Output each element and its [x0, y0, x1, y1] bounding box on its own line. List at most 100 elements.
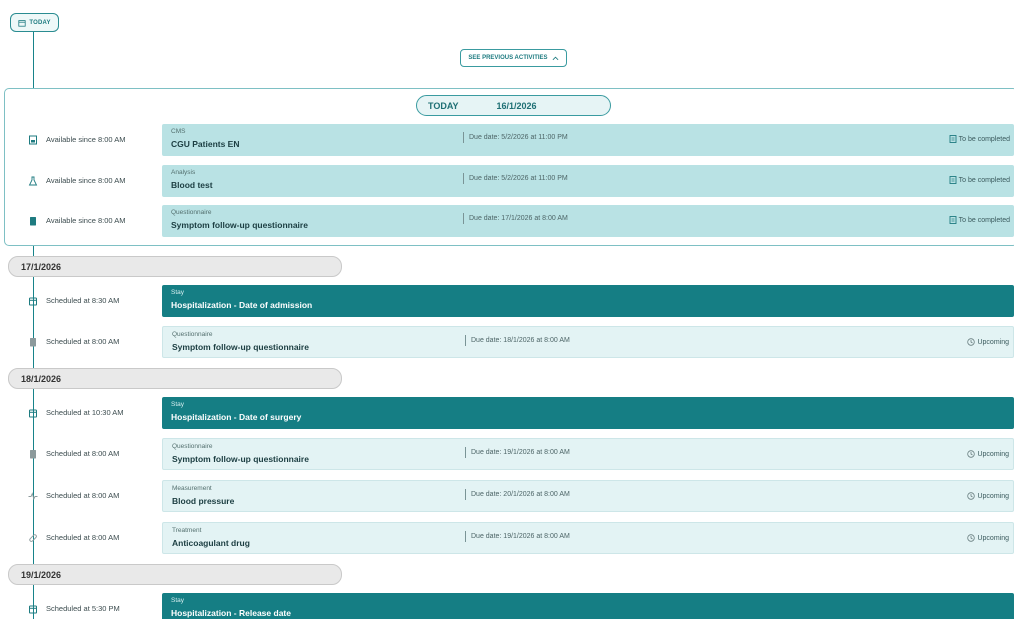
activity-status: Upcoming [967, 450, 1009, 458]
activity-due-date: Due date: 17/1/2026 at 8:00 AM [463, 213, 568, 224]
activity-card[interactable]: Stay Hospitalization - Release date [162, 593, 1014, 619]
calendar-icon [18, 19, 26, 27]
see-previous-label: SEE PREVIOUS ACTIVITIES [468, 55, 548, 61]
activity-title: Anticoagulant drug [172, 538, 250, 548]
activity-card[interactable]: Questionnaire Symptom follow-up question… [162, 438, 1014, 470]
activity-due-date: Due date: 5/2/2026 at 11:00 PM [463, 173, 568, 184]
clock-icon [967, 492, 976, 500]
pulse-icon [28, 490, 38, 501]
activity-status: Upcoming [967, 492, 1009, 500]
activity-category: CMS [171, 128, 186, 135]
clipboard-icon [28, 215, 38, 226]
activity-card[interactable]: CMS CGU Patients EN Due date: 5/2/2026 a… [162, 124, 1014, 156]
activity-category: Analysis [171, 169, 196, 176]
clock-icon [967, 338, 976, 346]
document-icon [28, 134, 38, 145]
activity-card[interactable]: Questionnaire Symptom follow-up question… [162, 326, 1014, 358]
activity-due-date: Due date: 18/1/2026 at 8:00 AM [465, 335, 570, 346]
activity-time: Scheduled at 8:30 AM [46, 296, 120, 305]
activity-time: Available since 8:00 AM [46, 176, 126, 185]
activity-time: Scheduled at 8:00 AM [46, 533, 120, 542]
activity-row: Scheduled at 8:00 AM Measurement Blood p… [0, 480, 1014, 512]
activity-category: Questionnaire [171, 209, 212, 216]
activity-time: Scheduled at 10:30 AM [46, 408, 124, 417]
today-header-label: TODAY [428, 100, 459, 111]
today-header: TODAY 16/1/2026 [416, 95, 611, 116]
activity-row: Scheduled at 8:30 AM Stay Hospitalizatio… [0, 285, 1014, 317]
activity-row: Scheduled at 5:30 PM Stay Hospitalizatio… [0, 593, 1014, 619]
activity-title: Symptom follow-up questionnaire [171, 220, 308, 230]
status-label: Upcoming [977, 492, 1009, 500]
today-button-label: TODAY [29, 19, 51, 26]
activity-due-date: Due date: 5/2/2026 at 11:00 PM [463, 132, 568, 143]
activity-category: Treatment [172, 527, 202, 534]
calendar-icon [28, 407, 38, 418]
activity-due-date: Due date: 19/1/2026 at 8:00 AM [465, 531, 570, 542]
clipboard-icon [28, 448, 38, 459]
activity-title: Blood pressure [172, 496, 235, 506]
clock-icon [967, 450, 976, 458]
activity-title: Symptom follow-up questionnaire [172, 342, 309, 352]
status-label: To be completed [958, 216, 1010, 224]
activity-time: Scheduled at 8:00 AM [46, 449, 120, 458]
date-separator: 18/1/2026 [8, 368, 342, 389]
activity-row: Scheduled at 10:30 AM Stay Hospitalizati… [0, 397, 1014, 429]
activity-category: Stay [171, 401, 185, 408]
activity-status: To be completed [949, 135, 1010, 143]
clipboard-icon [28, 336, 38, 347]
today-header-date: 16/1/2026 [496, 100, 537, 111]
activity-status: Upcoming [967, 338, 1009, 346]
pill-icon [28, 532, 38, 543]
chevron-up-icon [552, 56, 558, 60]
activity-card[interactable]: Stay Hospitalization - Date of surgery [162, 397, 1014, 429]
activity-category: Questionnaire [172, 331, 213, 338]
activity-time: Available since 8:00 AM [46, 135, 126, 144]
activity-row: Available since 8:00 AM Questionnaire Sy… [0, 205, 1014, 237]
activity-category: Questionnaire [172, 443, 213, 450]
date-separator: 19/1/2026 [8, 564, 342, 585]
activity-status: Upcoming [967, 534, 1009, 542]
activity-card[interactable]: Treatment Anticoagulant drug Due date: 1… [162, 522, 1014, 554]
today-button[interactable]: TODAY [10, 13, 59, 32]
activity-title: Hospitalization - Date of surgery [171, 412, 302, 422]
file-icon [949, 135, 957, 143]
activity-category: Stay [171, 597, 185, 604]
activity-card[interactable]: Questionnaire Symptom follow-up question… [162, 205, 1014, 237]
date-separator: 17/1/2026 [8, 256, 342, 277]
activity-time: Scheduled at 5:30 PM [46, 604, 120, 613]
file-icon [949, 216, 957, 224]
activity-category: Stay [171, 289, 185, 296]
activity-due-date: Due date: 20/1/2026 at 8:00 AM [465, 489, 570, 500]
status-label: To be completed [958, 135, 1010, 143]
activity-title: Symptom follow-up questionnaire [172, 454, 309, 464]
activity-title: Hospitalization - Date of admission [171, 300, 313, 310]
activity-title: CGU Patients EN [171, 139, 240, 149]
activity-row: Scheduled at 8:00 AM Questionnaire Sympt… [0, 438, 1014, 470]
status-label: Upcoming [977, 450, 1009, 458]
activity-row: Available since 8:00 AM CMS CGU Patients… [0, 124, 1014, 156]
activity-status: To be completed [949, 176, 1010, 184]
calendar-icon [28, 295, 38, 306]
activity-row: Scheduled at 8:00 AM Questionnaire Sympt… [0, 326, 1014, 358]
file-icon [949, 176, 957, 184]
see-previous-activities-button[interactable]: SEE PREVIOUS ACTIVITIES [460, 49, 567, 67]
activity-due-date: Due date: 19/1/2026 at 8:00 AM [465, 447, 570, 458]
status-label: Upcoming [977, 338, 1009, 346]
status-label: To be completed [958, 176, 1010, 184]
calendar-icon [28, 603, 38, 614]
activity-card[interactable]: Measurement Blood pressure Due date: 20/… [162, 480, 1014, 512]
activity-time: Scheduled at 8:00 AM [46, 491, 120, 500]
flask-icon [28, 175, 38, 186]
activity-card[interactable]: Stay Hospitalization - Date of admission [162, 285, 1014, 317]
activity-card[interactable]: Analysis Blood test Due date: 5/2/2026 a… [162, 165, 1014, 197]
status-label: Upcoming [977, 534, 1009, 542]
activity-category: Measurement [172, 485, 212, 492]
activity-row: Scheduled at 8:00 AM Treatment Anticoagu… [0, 522, 1014, 554]
activity-time: Available since 8:00 AM [46, 216, 126, 225]
activity-title: Blood test [171, 180, 213, 190]
activity-time: Scheduled at 8:00 AM [46, 337, 120, 346]
clock-icon [967, 534, 976, 542]
activity-status: To be completed [949, 216, 1010, 224]
activity-row: Available since 8:00 AM Analysis Blood t… [0, 165, 1014, 197]
activity-title: Hospitalization - Release date [171, 608, 291, 618]
